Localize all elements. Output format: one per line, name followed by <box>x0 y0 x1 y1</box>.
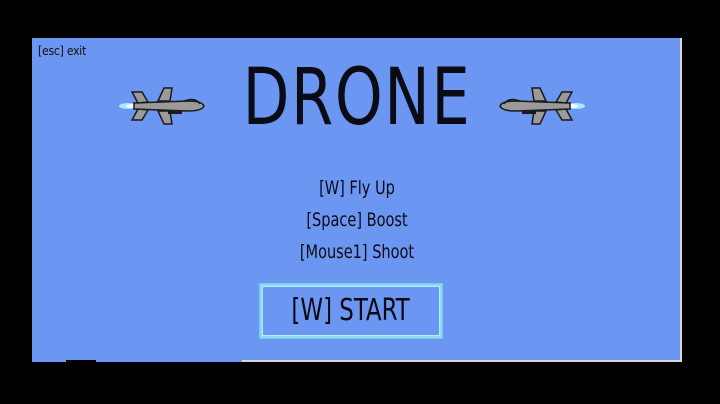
exit-hint: [esc] exit <box>38 44 87 58</box>
game-canvas[interactable]: [esc] exit DRONE [W] Fly Up [Space] Boos… <box>32 38 682 362</box>
screen: [esc] exit DRONE [W] Fly Up [Space] Boos… <box>0 0 720 404</box>
control-shoot: [Mouse1] Shoot <box>299 241 415 263</box>
start-button-label: [W] START <box>291 293 411 328</box>
start-button[interactable]: [W] START <box>260 284 442 338</box>
controls-list: [W] Fly Up [Space] Boost [Mouse1] Shoot <box>32 172 682 268</box>
bottom-strip <box>32 360 242 362</box>
drone-icon <box>499 87 585 125</box>
control-fly-up: [W] Fly Up <box>319 177 395 199</box>
control-boost: [Space] Boost <box>306 209 408 231</box>
bottom-strip-dark <box>66 360 96 362</box>
